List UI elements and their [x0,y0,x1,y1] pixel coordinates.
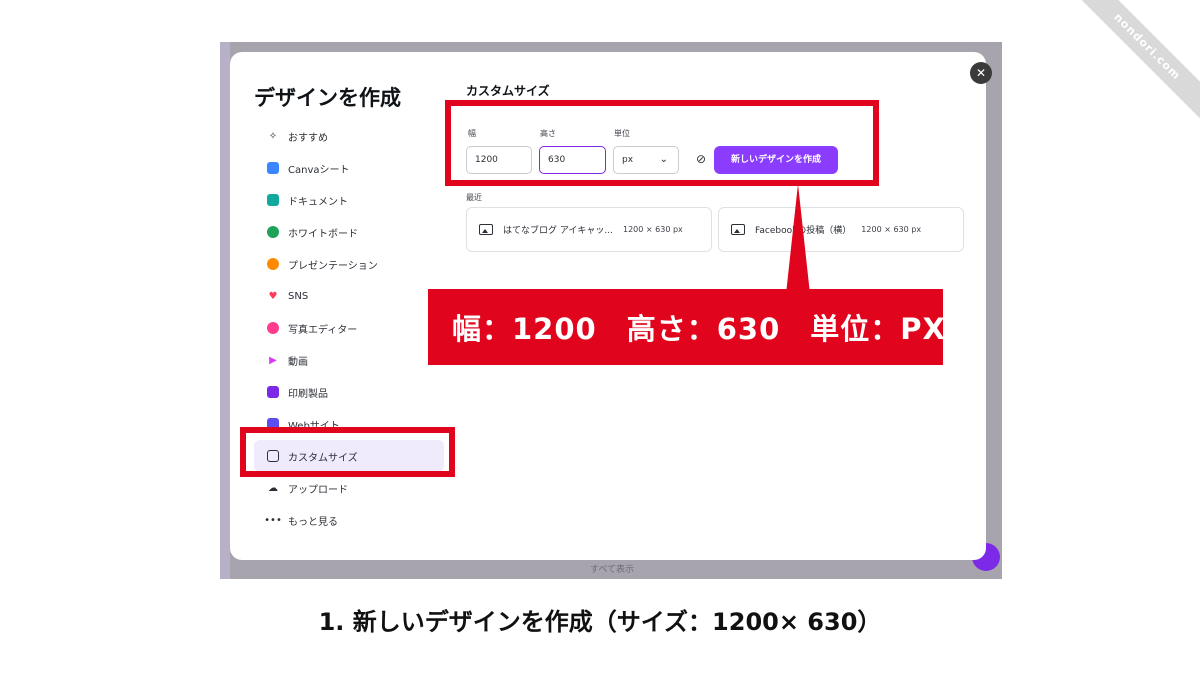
nav-item-label: アップロード [288,484,348,496]
highlight-size-fields [445,100,879,186]
nav-item-label: SNS [288,290,309,302]
caption: 1. 新しいデザインを作成（サイズ：1200× 630） [318,608,882,636]
background-sidebar [220,42,230,579]
nav-item-sns[interactable]: ♥ SNS [254,280,454,312]
nav-item-more[interactable]: ••• もっと見る [254,504,454,536]
nav-item-video[interactable]: ▶ 動画 [254,344,454,376]
video-icon: ▶ [269,354,277,366]
nav-item-whiteboard[interactable]: ホワイトボード [254,216,454,248]
sparkle-icon: ✧ [268,130,278,142]
presentation-icon [266,257,280,271]
nav-item-label: ドキュメント [288,196,348,208]
nav-item-presentation[interactable]: プレゼンテーション [254,248,454,280]
printer-icon [266,385,280,399]
whiteboard-icon [266,225,280,239]
nav-item-label: 印刷製品 [288,388,328,400]
recent-size-card[interactable]: Facebookの投稿（横） 1200 × 630 px [718,207,964,252]
modal-title: デザインを作成 [254,86,401,110]
nav-item-label: 写真エディター [288,324,358,336]
watermark-text: nondori.com [1070,0,1200,124]
nav-item-print[interactable]: 印刷製品 [254,376,454,408]
image-icon [731,224,745,235]
nav-item-label: ホワイトボード [288,228,358,240]
recent-size-name: はてなブログ アイキャッ... [503,226,613,236]
nav-item-canva-sheets[interactable]: Canvaシート [254,152,454,184]
nav-item-label: もっと見る [288,516,338,528]
callout-box: 幅：1200 高さ：630 単位：PX [428,289,945,365]
sheet-icon [266,161,280,175]
camera-icon [266,321,280,335]
custom-size-title: カスタムサイズ [466,84,550,98]
close-icon[interactable]: ✕ [970,62,992,84]
recent-size-card[interactable]: はてなブログ アイキャッ... 1200 × 630 px [466,207,712,252]
nav-item-label: プレゼンテーション [288,260,378,272]
nav-item-photo-editor[interactable]: 写真エディター [254,312,454,344]
nav-item-recommended[interactable]: ✧ おすすめ [254,120,454,152]
upload-icon: ☁ [268,482,278,494]
more-icon: ••• [264,514,282,526]
nav-item-label: Canvaシート [288,164,350,176]
recent-size-dimensions: 1200 × 630 px [623,225,683,234]
nav-item-label: 動画 [288,356,308,368]
heart-icon: ♥ [268,290,278,302]
watermark-ribbon: nondori.com [1070,0,1200,130]
recent-label: 最近 [466,193,482,202]
nav-item-documents[interactable]: ドキュメント [254,184,454,216]
background-show-all: すべて表示 [590,565,635,575]
nav-item-label: おすすめ [288,132,328,144]
image-icon [479,224,493,235]
callout-pointer [786,184,810,294]
recent-size-dimensions: 1200 × 630 px [861,225,922,234]
highlight-custom-size [240,427,455,477]
document-icon [266,193,280,207]
